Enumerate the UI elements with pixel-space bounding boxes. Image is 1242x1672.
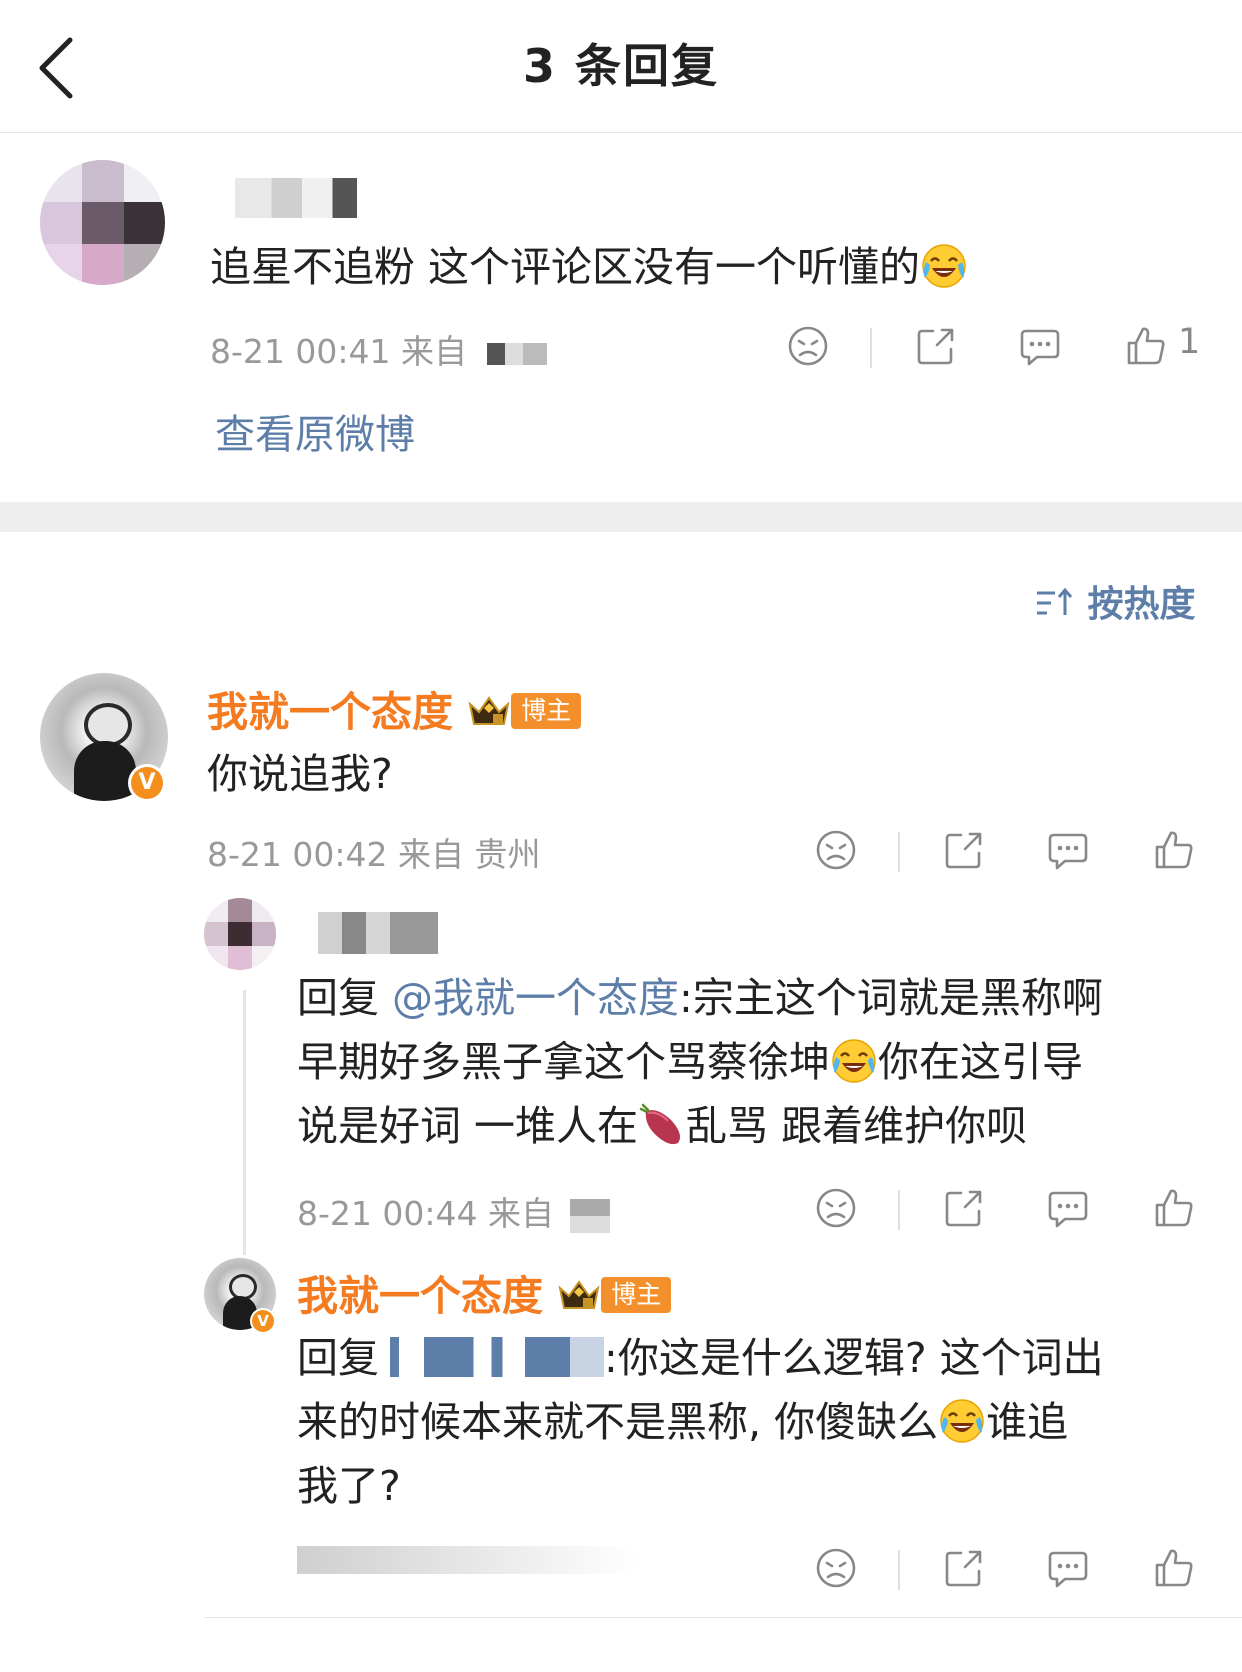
- like-icon: [1151, 1185, 1197, 1231]
- mention-redacted[interactable]: [379, 1337, 604, 1377]
- comment-button[interactable]: [1040, 822, 1096, 878]
- sweet-potato-emoji: [638, 1101, 686, 1149]
- divider: [898, 832, 900, 872]
- section-divider: [0, 502, 1242, 532]
- location-redacted: [570, 1198, 611, 1233]
- laugh-cry-emoji: [830, 1037, 878, 1085]
- like-count: 1: [1178, 322, 1201, 362]
- like-button[interactable]: [1146, 822, 1202, 878]
- like-button[interactable]: [1146, 1180, 1202, 1236]
- sort-icon: [1037, 587, 1073, 615]
- share-icon: [913, 323, 959, 369]
- author-badge: 博主: [511, 693, 582, 729]
- comment-text: 追星不追粉 这个评论区没有一个听懂的: [210, 235, 968, 299]
- username-redacted[interactable]: [318, 912, 438, 954]
- comment-actions: [808, 1540, 1208, 1596]
- like-icon: [1151, 1545, 1197, 1591]
- author-badge: 博主: [601, 1277, 672, 1313]
- comment-actions: [808, 1180, 1208, 1236]
- share-button[interactable]: [936, 1180, 992, 1236]
- share-icon: [941, 827, 987, 873]
- comment-icon: [1045, 1185, 1091, 1231]
- dislike-icon: [813, 827, 859, 873]
- verified-icon: V: [250, 1308, 276, 1334]
- laugh-cry-emoji: [938, 1397, 986, 1445]
- comment-actions: 1: [780, 318, 1200, 374]
- divider: [898, 1550, 900, 1590]
- comment-icon: [1045, 827, 1091, 873]
- comment-button[interactable]: [1012, 318, 1068, 374]
- avatar[interactable]: [40, 160, 165, 285]
- divider: [870, 328, 872, 368]
- like-icon: [1151, 827, 1197, 873]
- reply-text: 回复 @我就一个态度:宗主这个词就是黑称啊 早期好多黑子拿这个骂蔡徐坤 你在这引导…: [297, 974, 1103, 1150]
- page-title: 3 条回复: [522, 39, 720, 93]
- verified-icon: V: [128, 764, 166, 802]
- dislike-button[interactable]: [808, 1180, 864, 1236]
- share-button[interactable]: [936, 822, 992, 878]
- avatar[interactable]: [204, 898, 276, 970]
- comment-button[interactable]: [1040, 1540, 1096, 1596]
- username[interactable]: 我就一个态度 博主: [207, 678, 582, 738]
- username-redacted[interactable]: [235, 178, 357, 218]
- like-icon: [1123, 323, 1169, 369]
- username[interactable]: 我就一个态度 博主: [297, 1262, 672, 1322]
- comment-meta: 8-21 00:42 来自 贵州: [207, 835, 541, 874]
- location-redacted: [487, 342, 548, 365]
- comment-meta: 8-21 00:41 来自: [210, 325, 548, 373]
- view-original-link[interactable]: 查看原微博: [215, 402, 415, 460]
- dislike-button[interactable]: [808, 1540, 864, 1596]
- mention-link[interactable]: @我就一个态度: [392, 974, 679, 1022]
- comment-actions: [808, 822, 1208, 878]
- share-button[interactable]: [936, 1540, 992, 1596]
- comment-icon: [1045, 1545, 1091, 1591]
- share-icon: [941, 1185, 987, 1231]
- dislike-icon: [785, 323, 831, 369]
- dislike-button[interactable]: [808, 822, 864, 878]
- laugh-cry-emoji: [920, 242, 968, 290]
- dislike-icon: [813, 1545, 859, 1591]
- meta-redacted: [297, 1546, 637, 1574]
- comment-meta: 8-21 00:44 来自: [297, 1187, 611, 1235]
- divider: [204, 1617, 1242, 1618]
- reply-text: 回复:你这是什么逻辑? 这个词出 来的时候本来就不是黑称, 你傻缺么 谁追 我了?: [297, 1334, 1104, 1510]
- dislike-icon: [813, 1185, 859, 1231]
- share-icon: [941, 1545, 987, 1591]
- comment-text: 你说追我?: [207, 750, 393, 798]
- crown-icon: [467, 694, 511, 728]
- divider: [898, 1190, 900, 1230]
- crown-icon: [557, 1278, 601, 1312]
- share-button[interactable]: [908, 318, 964, 374]
- like-button[interactable]: [1118, 318, 1174, 374]
- thread-line: [243, 990, 246, 1255]
- sort-button[interactable]: 按热度: [1035, 575, 1196, 627]
- like-button[interactable]: [1146, 1540, 1202, 1596]
- dislike-button[interactable]: [780, 318, 836, 374]
- comment-button[interactable]: [1040, 1180, 1096, 1236]
- comment-icon: [1017, 323, 1063, 369]
